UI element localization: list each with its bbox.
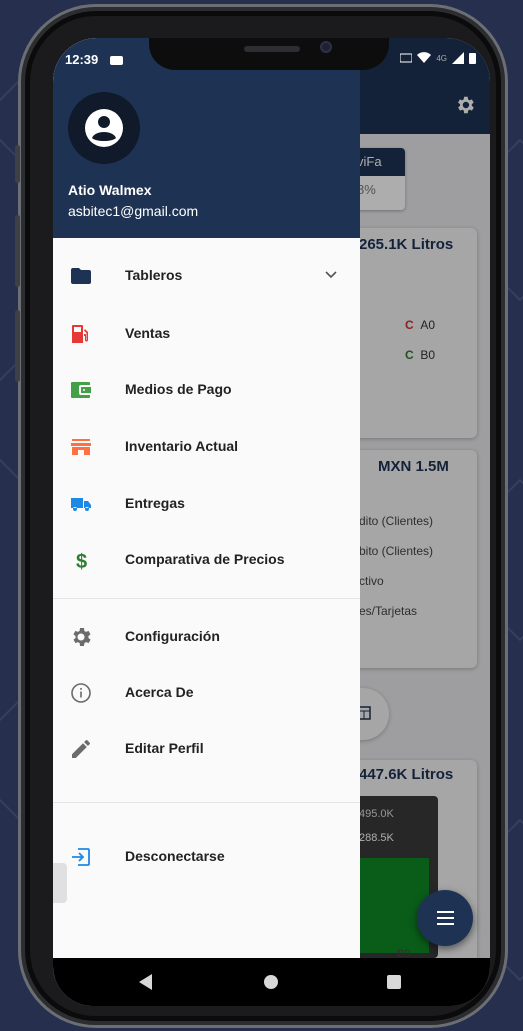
gas-station-icon: [72, 325, 88, 343]
menu-item-entregas[interactable]: Entregas: [53, 478, 360, 530]
recent-apps-button[interactable]: [387, 975, 401, 989]
menu-item-label: Medios de Pago: [125, 381, 232, 397]
battery-icon: [469, 53, 476, 64]
menu-item-label: Configuración: [125, 628, 220, 644]
menu-item-tableros[interactable]: Tableros: [53, 250, 360, 302]
user-name: Atio Walmex: [68, 182, 152, 198]
menu-item-medios-de-pago[interactable]: Medios de Pago: [53, 364, 360, 416]
drawer-scrim[interactable]: [360, 38, 490, 1006]
menu-item-label: Inventario Actual: [125, 438, 239, 454]
navigation-drawer: Atio Walmex asbitec1@gmail.com Tableros …: [53, 38, 360, 958]
network-type: 4G: [436, 53, 447, 63]
folder-icon: [71, 268, 91, 284]
home-button[interactable]: [264, 975, 278, 989]
gear-icon: [73, 628, 91, 646]
phone-side-button: [15, 145, 20, 183]
logout-icon: [72, 848, 90, 866]
menu-item-label: Tableros: [125, 267, 183, 283]
front-camera: [320, 41, 332, 53]
drawer-edge-handle[interactable]: [53, 863, 67, 903]
user-email: asbitec1@gmail.com: [68, 203, 199, 219]
volte-icon: [400, 53, 413, 63]
menu-item-label: Comparativa de Precios: [125, 551, 285, 567]
menu-item-acerca-de[interactable]: Acerca De: [53, 667, 360, 719]
menu-item-inventario-actual[interactable]: Inventario Actual: [53, 421, 360, 473]
menu-item-label: Acerca De: [125, 684, 194, 700]
wifi-icon: [417, 52, 432, 63]
video-camera-icon: [110, 56, 123, 65]
menu-item-desconectarse[interactable]: Desconectarse: [53, 831, 360, 883]
chevron-down-icon[interactable]: [323, 266, 339, 282]
menu-fab-button[interactable]: [417, 890, 473, 946]
store-icon: [71, 439, 91, 455]
account-circle-icon: [85, 109, 123, 147]
menu-item-comparativa-de-precios[interactable]: $ Comparativa de Precios: [53, 534, 360, 586]
system-nav-bar: [53, 958, 490, 1006]
divider: [53, 802, 360, 803]
phone-side-button: [15, 310, 20, 382]
pencil-icon: [72, 740, 90, 758]
menu-item-ventas[interactable]: Ventas: [53, 308, 360, 360]
wallet-icon: [71, 382, 91, 398]
back-button[interactable]: [139, 974, 152, 990]
divider: [53, 598, 360, 599]
truck-icon: [71, 498, 91, 511]
menu-item-label: Desconectarse: [125, 848, 225, 864]
menu-item-label: Editar Perfil: [125, 740, 204, 756]
menu-item-configuracion[interactable]: Configuración: [53, 611, 360, 663]
svg-text:$: $: [76, 551, 87, 572]
signal-icon: [452, 52, 464, 64]
phone-side-button: [15, 215, 20, 287]
menu-item-label: Entregas: [125, 495, 185, 511]
status-time: 12:39: [65, 52, 99, 67]
speaker-grille: [244, 46, 300, 52]
status-icons: 4G: [400, 52, 476, 64]
phone-screen: viFa 8% 265.1K Litros C A0 C B0 MXN 1.5M…: [53, 38, 490, 1006]
avatar[interactable]: [68, 92, 140, 164]
menu-item-editar-perfil[interactable]: Editar Perfil: [53, 723, 360, 775]
camera-notch: [149, 38, 389, 70]
menu-item-label: Ventas: [125, 325, 171, 341]
info-icon: [71, 683, 91, 703]
dollar-icon: $: [76, 551, 87, 572]
